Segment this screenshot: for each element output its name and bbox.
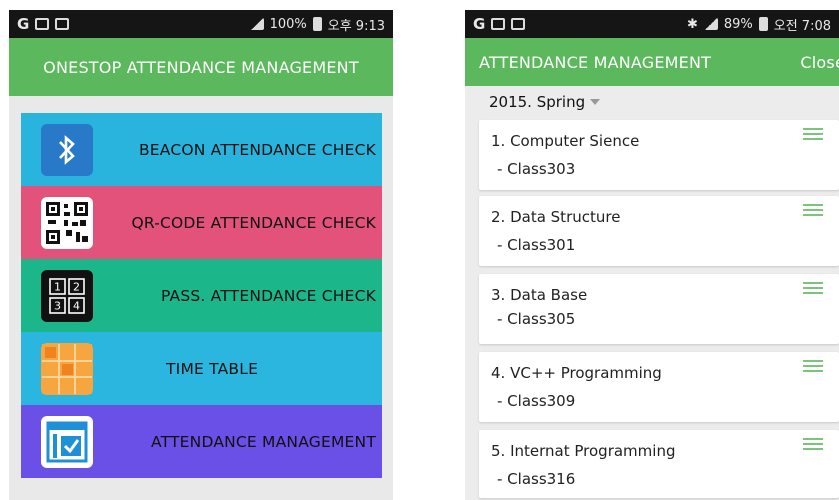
course-title: 5. Internat Programming (491, 442, 676, 460)
course-card[interactable]: 1. Computer Sience - Class303 (479, 120, 839, 190)
course-card[interactable]: 2. Data Structure - Class301 (479, 196, 839, 266)
course-room: - Class301 (497, 236, 576, 254)
menu-item-label: TIME TABLE (166, 359, 259, 378)
menu-item-label: ATTENDANCE MANAGEMENT (151, 432, 376, 451)
menu-item-label: QR-CODE ATTENDANCE CHECK (131, 213, 376, 232)
course-room: - Class305 (497, 310, 576, 328)
battery-icon (758, 17, 768, 31)
notification-icon (511, 18, 526, 30)
attendance-management-screen: G ✱ 89% 오전 7:08 ATTENDANCE MANAGEMENT Cl… (465, 10, 839, 500)
notification-icon (55, 18, 70, 30)
drag-handle-icon[interactable] (803, 128, 823, 143)
course-room: - Class303 (497, 160, 576, 178)
battery-percent: 89% (723, 16, 753, 32)
course-title: 2. Data Structure (491, 208, 621, 226)
signal-icon (249, 18, 264, 30)
course-card[interactable]: 4. VC++ Programming - Class309 (479, 352, 839, 422)
menu-item-time-table[interactable]: TIME TABLE (21, 332, 382, 405)
semester-dropdown[interactable]: 2015. Spring (465, 86, 839, 118)
menu-item-label: BEACON ATTENDANCE CHECK (138, 140, 376, 159)
course-room: - Class309 (497, 392, 576, 410)
app-bar: ONESTOP ATTENDANCE MANAGEMENT (9, 38, 393, 96)
course-title: 1. Computer Sience (491, 132, 640, 150)
clock: 오후 9:13 (327, 18, 385, 34)
signal-icon (703, 18, 718, 30)
course-title: 4. VC++ Programming (491, 364, 662, 382)
screenshot-icon (35, 18, 50, 30)
screenshot-icon (491, 18, 506, 30)
menu-item-label: PASS. ATTENDANCE CHECK (160, 286, 376, 305)
status-bar: G ✱ 89% 오전 7:08 (465, 10, 839, 38)
course-title: 3. Data Base (491, 286, 588, 304)
semester-value: 2015. Spring (489, 93, 586, 111)
menu-item-beacon-check[interactable]: BEACON ATTENDANCE CHECK (21, 113, 382, 186)
menu-item-pass-check[interactable]: 12 34 PASS. ATTENDANCE CHECK (21, 259, 382, 332)
screen-title: ATTENDANCE MANAGEMENT (479, 52, 712, 72)
status-bar: G 100% 오후 9:13 (9, 10, 393, 38)
battery-icon (312, 17, 322, 31)
menu-item-qr-check[interactable]: QR-CODE ATTENDANCE CHECK (21, 186, 382, 259)
drag-handle-icon[interactable] (803, 204, 823, 219)
carrier-icon: G (473, 15, 486, 33)
drag-handle-icon[interactable] (803, 282, 823, 297)
course-card[interactable]: 3. Data Base - Class305 (479, 274, 839, 344)
app-title: ONESTOP ATTENDANCE MANAGEMENT (43, 57, 359, 77)
course-room: - Class316 (497, 470, 576, 488)
course-card[interactable]: 5. Internat Programming - Class316 (479, 430, 839, 498)
close-button[interactable]: Close (800, 53, 839, 72)
battery-percent: 100% (269, 16, 307, 32)
menu-item-attendance-management[interactable]: ATTENDANCE MANAGEMENT (21, 405, 382, 478)
carrier-icon: G (17, 15, 30, 33)
chevron-down-icon (590, 99, 601, 105)
drag-handle-icon[interactable] (803, 438, 823, 453)
clock: 오전 7:08 (773, 18, 831, 34)
main-menu-screen: G 100% 오후 9:13 ONESTOP ATTENDANCE MANAGE… (9, 10, 393, 500)
drag-handle-icon[interactable] (803, 360, 823, 375)
main-menu: BEACON ATTENDANCE CHECK QR-CODE ATTENDAN… (21, 113, 382, 478)
bluetooth-status-icon: ✱ (686, 16, 698, 32)
app-bar: ATTENDANCE MANAGEMENT Close (465, 38, 839, 86)
